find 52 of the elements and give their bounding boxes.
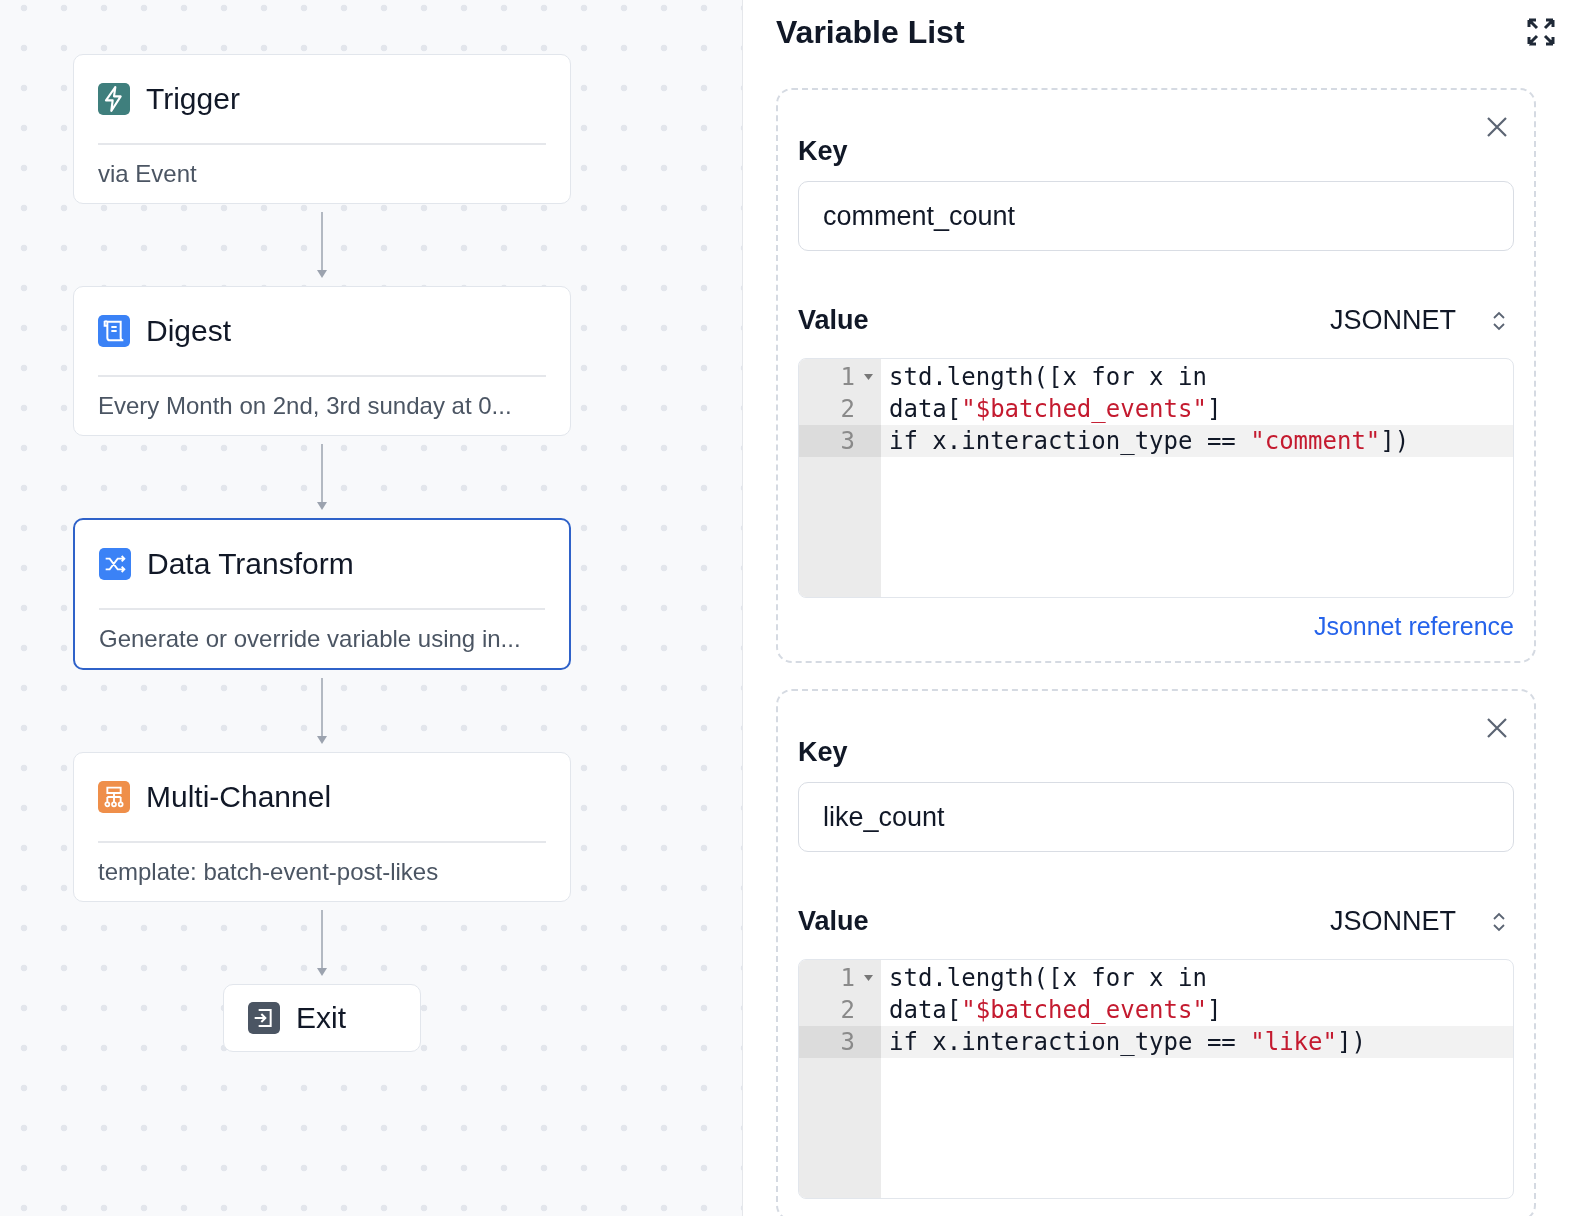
connector-arrow <box>316 910 328 976</box>
line-number: 3 <box>840 1027 855 1058</box>
workflow-node[interactable]: Multi-Channel template: batch-event-post-likes <box>73 752 571 902</box>
expand-icon[interactable] <box>1526 17 1556 47</box>
node-description: via Event <box>98 143 546 203</box>
node-description: Every Month on 2nd, 3rd sunday at 0... <box>98 375 546 435</box>
code-editor[interactable]: 1 2 3 std.length([x for x in data["$batched_events"] if x.interaction_type == "comment"]) <box>798 358 1514 598</box>
node-title: Data Transform <box>147 547 354 581</box>
line-number: 2 <box>840 394 855 425</box>
line-number: 3 <box>840 426 855 457</box>
key-label: Key <box>798 136 849 167</box>
code-editor[interactable]: 1 2 3 std.length([x for x in data["$batched_events"] if x.interaction_type == "like"]) <box>798 959 1514 1199</box>
line-number: 2 <box>840 995 855 1026</box>
code-line: std.length([x for x in <box>889 363 1207 391</box>
code-line: std.length([x for x in <box>889 964 1207 992</box>
key-input[interactable]: like_count <box>798 782 1514 852</box>
node-description: Generate or override variable using in... <box>99 608 545 668</box>
node-title: Trigger <box>146 82 240 116</box>
code-line: data["$batched_events"] <box>889 395 1222 423</box>
language-select[interactable]: JSONNET <box>1330 906 1514 937</box>
panel-title: Variable List <box>776 13 965 51</box>
fold-caret-icon[interactable] <box>864 975 873 981</box>
connector-arrow <box>316 212 328 278</box>
workflow-node[interactable]: Data Transform Generate or override variable using in... <box>73 518 571 670</box>
hierarchy-icon <box>98 781 130 813</box>
shuffle-icon <box>99 548 131 580</box>
scroll-icon <box>98 315 130 347</box>
key-input[interactable]: comment_count <box>798 181 1514 251</box>
workflow-node[interactable]: Exit <box>223 984 421 1052</box>
chevron-updown-icon <box>1492 910 1506 933</box>
language-select[interactable]: JSONNET <box>1330 305 1514 336</box>
connector-arrow <box>316 678 328 744</box>
line-number: 1 <box>840 362 855 393</box>
reference-link[interactable]: Jsonnet reference <box>1313 612 1514 641</box>
fold-caret-icon[interactable] <box>864 374 873 380</box>
chevron-updown-icon <box>1492 309 1506 332</box>
code-line: if x.interaction_type == "like"]) <box>889 1028 1366 1056</box>
workflow-node[interactable]: Digest Every Month on 2nd, 3rd sunday at 0... <box>73 286 571 436</box>
code-line: data["$batched_events"] <box>889 996 1222 1024</box>
code-line: if x.interaction_type == "comment"]) <box>889 427 1410 455</box>
node-description: template: batch-event-post-likes <box>98 841 546 901</box>
node-title: Multi-Channel <box>146 780 332 814</box>
lightning-icon <box>98 83 130 115</box>
value-label: Value <box>798 305 870 336</box>
exit-icon <box>248 1002 280 1034</box>
node-title: Digest <box>146 314 232 348</box>
key-label: Key <box>798 737 849 768</box>
connector-arrow <box>316 444 328 510</box>
value-label: Value <box>798 906 870 937</box>
line-number: 1 <box>840 963 855 994</box>
workflow-node[interactable]: Trigger via Event <box>73 54 571 204</box>
node-title: Exit <box>296 1001 346 1035</box>
